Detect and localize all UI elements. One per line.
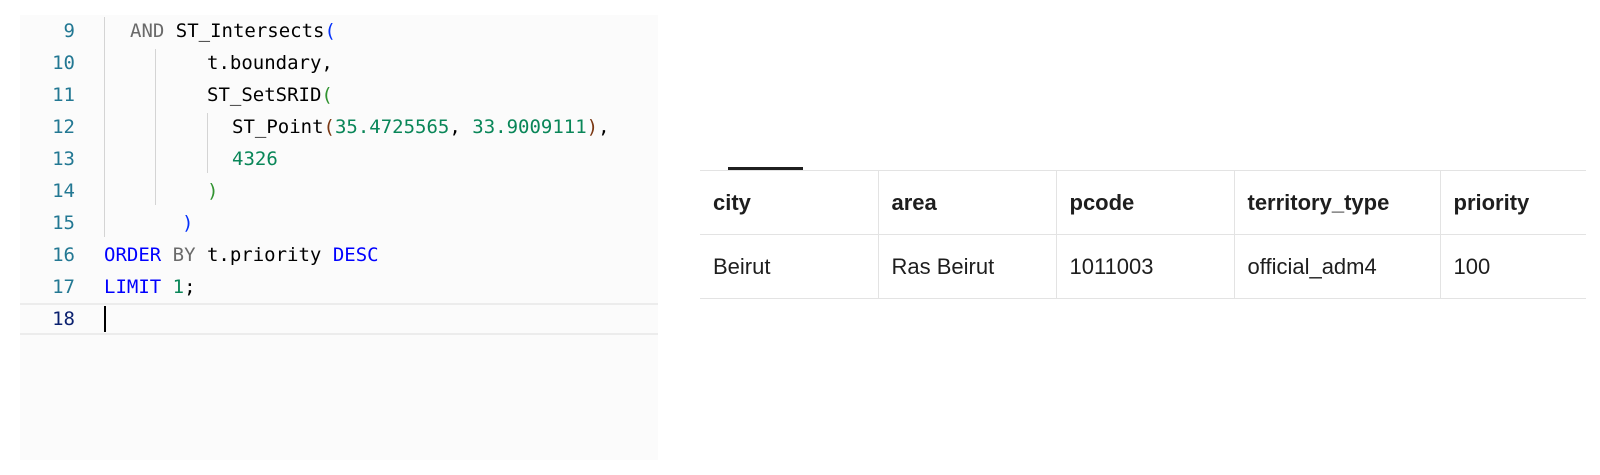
code-token: , — [449, 116, 473, 138]
code-token: ST_Point — [232, 116, 324, 138]
column-header-priority[interactable]: priority — [1440, 170, 1586, 235]
indent-guide — [104, 17, 105, 237]
code-token: , — [598, 116, 610, 138]
code-token: ; — [184, 276, 196, 298]
code-token: ( — [324, 20, 336, 42]
line-number: 14 — [52, 180, 75, 202]
code-token: t.priority — [206, 244, 333, 266]
code-text: LIMIT 1; — [104, 271, 196, 303]
table-row[interactable]: Beirut Ras Beirut 1011003 official_adm4 … — [700, 234, 1586, 299]
indent-guide — [207, 113, 208, 173]
code-text: ST_Point(35.4725565, 33.9009111), — [232, 111, 610, 143]
editor-line[interactable]: 18 — [20, 303, 658, 335]
code-token: 33.9009111 — [472, 116, 587, 138]
code-token: ST_SetSRID — [207, 84, 322, 106]
code-token: 4326 — [232, 148, 278, 170]
indent-guide — [155, 49, 156, 205]
results-header-row: city area pcode territory_type priority — [700, 170, 1586, 235]
column-header-territory-type[interactable]: territory_type — [1234, 170, 1441, 235]
editor-line[interactable]: 9 AND ST_Intersects( — [20, 15, 658, 47]
cell-pcode[interactable]: 1011003 — [1056, 234, 1235, 299]
editor-line[interactable]: 13 4326 — [20, 143, 658, 175]
line-number: 10 — [52, 52, 75, 74]
line-number: 15 — [52, 212, 75, 234]
line-number: 9 — [63, 20, 75, 42]
editor-line[interactable]: 11 ST_SetSRID( — [20, 79, 658, 111]
results-grid: city area pcode territory_type priority … — [700, 170, 1586, 299]
line-number: 18 — [52, 308, 75, 330]
editor-line[interactable]: 10 t.boundary, — [20, 47, 658, 79]
line-number: 16 — [52, 244, 75, 266]
code-text: ) — [207, 175, 218, 207]
column-header-pcode[interactable]: pcode — [1056, 170, 1235, 235]
code-text: 4326 — [232, 143, 278, 175]
code-token: AND — [130, 20, 176, 42]
code-token: 35.4725565 — [334, 116, 450, 138]
cell-priority[interactable]: 100 — [1440, 234, 1586, 299]
cell-area[interactable]: Ras Beirut — [878, 234, 1057, 299]
sql-editor[interactable]: 9 AND ST_Intersects(10 t.boundary, 11 ST_Set… — [20, 15, 658, 460]
cell-territory-type[interactable]: official_adm4 — [1234, 234, 1441, 299]
code-token: DESC — [332, 244, 379, 266]
code-token: ORDER — [104, 244, 162, 266]
line-number: 11 — [52, 84, 75, 106]
code-text: AND ST_Intersects( — [130, 15, 336, 47]
code-token: 1 — [172, 276, 185, 298]
cell-city[interactable]: Beirut — [700, 234, 879, 299]
editor-line[interactable]: 15) — [20, 207, 658, 239]
editor-line[interactable]: 16 ORDER BY t.priority DESC — [20, 239, 658, 271]
code-token: ) — [182, 212, 194, 234]
code-text: ST_SetSRID( — [207, 79, 333, 111]
code-token: ( — [321, 84, 333, 106]
line-number: 12 — [52, 116, 75, 138]
code-token: LIMIT — [104, 276, 173, 298]
code-token: ( — [323, 116, 335, 138]
code-token: BY — [161, 244, 207, 266]
editor-line[interactable]: 17 LIMIT 1; — [20, 271, 658, 303]
code-token: ) — [586, 116, 599, 138]
column-header-area[interactable]: area — [878, 170, 1057, 235]
code-token: ) — [207, 180, 219, 202]
code-token: t.boundary, — [207, 52, 333, 74]
line-number: 13 — [52, 148, 75, 170]
editor-line[interactable]: 12 ST_Point(35.4725565, 33.9009111), — [20, 111, 658, 143]
column-header-city[interactable]: city — [700, 170, 879, 235]
code-text: ORDER BY t.priority DESC — [104, 239, 379, 271]
editor-line[interactable]: 14) — [20, 175, 658, 207]
text-cursor — [104, 306, 106, 332]
code-text: t.boundary, — [207, 47, 333, 79]
line-number: 17 — [52, 276, 75, 298]
code-text: ) — [182, 207, 193, 239]
code-token: ST_Intersects — [175, 20, 325, 42]
